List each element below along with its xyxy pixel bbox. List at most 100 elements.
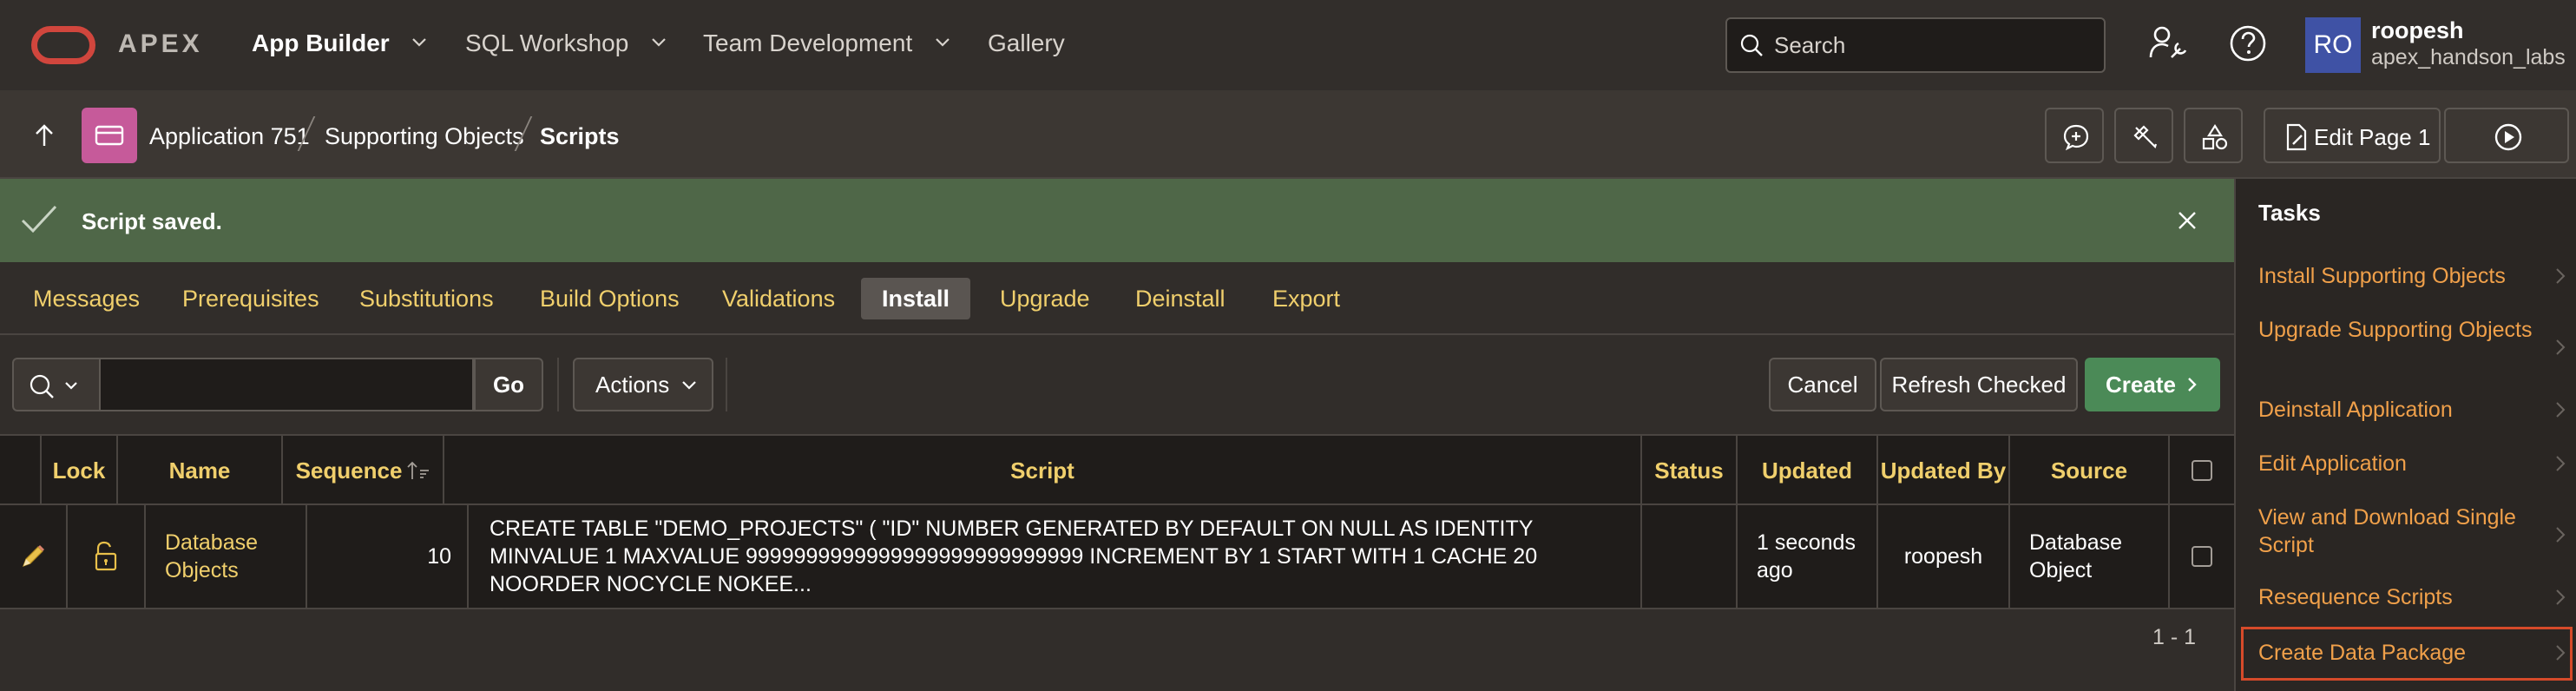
- script-name-link[interactable]: Database Objects: [146, 505, 307, 608]
- developer-tools-button[interactable]: [2114, 108, 2173, 163]
- create-button[interactable]: Create: [2085, 358, 2220, 411]
- run-button[interactable]: [2444, 108, 2569, 163]
- toolbar-divider: [726, 358, 727, 411]
- header-edit: [0, 436, 42, 505]
- report-toolbar: Go Actions Cancel Refresh Checked Create: [0, 335, 2234, 434]
- nav-gallery[interactable]: Gallery: [988, 30, 1065, 57]
- sequence-cell: 10: [307, 505, 469, 608]
- header-sequence[interactable]: Sequence: [283, 436, 444, 505]
- nav-sql-workshop[interactable]: SQL Workshop: [465, 30, 667, 57]
- sidebar-title: Tasks: [2258, 200, 2321, 226]
- tab-validations[interactable]: Validations: [701, 278, 856, 319]
- header-updated[interactable]: Updated: [1738, 436, 1878, 505]
- header-script[interactable]: Script: [444, 436, 1642, 505]
- edit-cell[interactable]: [0, 505, 68, 608]
- task-view-download-script[interactable]: View and Download Single Script: [2258, 503, 2550, 559]
- chevron-right-icon: [2556, 339, 2566, 355]
- header-updated-by[interactable]: Updated By: [1878, 436, 2010, 505]
- chevron-right-icon: [2556, 527, 2566, 543]
- shapes-button[interactable]: [2184, 108, 2243, 163]
- breadcrumb-supporting-objects[interactable]: Supporting Objects: [325, 123, 524, 150]
- comment-button[interactable]: [2045, 108, 2104, 163]
- header-source[interactable]: Source: [2010, 436, 2170, 505]
- report-search-input[interactable]: [101, 358, 474, 411]
- tab-deinstall[interactable]: Deinstall: [1114, 278, 1246, 319]
- header-lock[interactable]: Lock: [42, 436, 118, 505]
- header-select-all[interactable]: [2170, 436, 2234, 505]
- nav-team-development[interactable]: Team Development: [703, 30, 950, 57]
- header-sequence-label: Sequence: [295, 457, 403, 484]
- breadcrumb-current: Scripts: [540, 123, 620, 149]
- admin-wrench-icon[interactable]: [2147, 23, 2189, 64]
- actions-menu-button[interactable]: Actions: [573, 358, 713, 411]
- chevron-down-icon: [936, 38, 950, 47]
- success-alert: Script saved.: [0, 179, 2234, 262]
- search-column-selector[interactable]: [12, 358, 101, 411]
- check-icon: [21, 205, 57, 234]
- tasks-sidebar: Tasks Install Supporting Objects Upgrade…: [2234, 179, 2576, 691]
- nav-label: App Builder: [252, 30, 390, 56]
- sort-asc-icon: [407, 461, 430, 479]
- chevron-down-icon: [681, 381, 696, 390]
- tab-substitutions[interactable]: Substitutions: [338, 278, 515, 319]
- tab-install[interactable]: Install: [861, 278, 971, 319]
- task-install-supporting-objects[interactable]: Install Supporting Objects: [2258, 262, 2550, 290]
- create-label: Create: [2106, 372, 2176, 398]
- row-select-cell[interactable]: [2170, 505, 2234, 608]
- tab-bar: Messages Prerequisites Substitutions Bui…: [0, 262, 2234, 335]
- global-search[interactable]: [1725, 17, 2106, 73]
- toolbar-divider: [557, 358, 559, 411]
- nav-app-builder[interactable]: App Builder: [252, 30, 427, 57]
- chevron-right-icon: [2556, 402, 2566, 418]
- breadcrumb-application[interactable]: Application 751: [149, 123, 310, 150]
- logo-text[interactable]: APEX: [118, 30, 203, 59]
- apex-logo[interactable]: [31, 26, 95, 64]
- alert-message: Script saved.: [82, 208, 222, 234]
- row-checkbox[interactable]: [2192, 546, 2212, 567]
- source-cell: Database Object: [2010, 505, 2170, 608]
- task-create-data-package[interactable]: Create Data Package: [2258, 639, 2550, 667]
- task-deinstall-application[interactable]: Deinstall Application: [2258, 396, 2550, 424]
- updated-by-cell: roopesh: [1878, 505, 2010, 608]
- task-label: Edit Application: [2258, 451, 2407, 476]
- search-icon: [1740, 34, 1763, 56]
- table-row: Database Objects 10 CREATE TABLE "DEMO_P…: [0, 505, 2234, 609]
- up-arrow-icon[interactable]: [33, 123, 56, 148]
- tab-build-options[interactable]: Build Options: [519, 278, 700, 319]
- tab-export[interactable]: Export: [1252, 278, 1361, 319]
- tab-messages[interactable]: Messages: [12, 278, 161, 319]
- avatar[interactable]: RO: [2305, 17, 2361, 73]
- edit-page-button[interactable]: Edit Page 1: [2264, 108, 2441, 163]
- chevron-right-icon: [2556, 589, 2566, 605]
- comment-icon: [2063, 124, 2089, 151]
- refresh-checked-button[interactable]: Refresh Checked: [1880, 358, 2078, 411]
- cancel-button[interactable]: Cancel: [1769, 358, 1876, 411]
- select-all-checkbox[interactable]: [2192, 460, 2212, 481]
- header-status[interactable]: Status: [1642, 436, 1738, 505]
- task-label: Resequence Scripts: [2258, 585, 2453, 609]
- user-name[interactable]: roopesh: [2371, 17, 2464, 44]
- task-edit-application[interactable]: Edit Application: [2258, 450, 2550, 477]
- header-name[interactable]: Name: [118, 436, 283, 505]
- task-resequence-scripts[interactable]: Resequence Scripts: [2258, 583, 2550, 611]
- edit-pencil-icon[interactable]: [19, 543, 47, 570]
- tab-upgrade[interactable]: Upgrade: [979, 278, 1111, 319]
- lock-cell[interactable]: [68, 505, 146, 608]
- nav-label: SQL Workshop: [465, 30, 629, 56]
- nav-label: Team Development: [703, 30, 913, 56]
- search-input[interactable]: [1774, 26, 2095, 64]
- user-workspace[interactable]: apex_handson_labs: [2371, 45, 2566, 70]
- tab-prerequisites[interactable]: Prerequisites: [161, 278, 340, 319]
- help-icon[interactable]: [2227, 23, 2269, 64]
- edit-page-label: Edit Page 1: [2314, 124, 2431, 150]
- close-icon[interactable]: [2177, 210, 2198, 231]
- chevron-down-icon: [652, 38, 666, 47]
- nav-label: Gallery: [988, 30, 1065, 56]
- pagination-text: 1 - 1: [2152, 625, 2196, 649]
- unlock-icon[interactable]: [89, 540, 122, 573]
- task-upgrade-supporting-objects[interactable]: Upgrade Supporting Objects: [2258, 316, 2550, 344]
- task-label: Deinstall Application: [2258, 398, 2453, 422]
- chevron-right-icon: [2556, 645, 2566, 661]
- go-button[interactable]: Go: [474, 358, 543, 411]
- status-cell: [1642, 505, 1738, 608]
